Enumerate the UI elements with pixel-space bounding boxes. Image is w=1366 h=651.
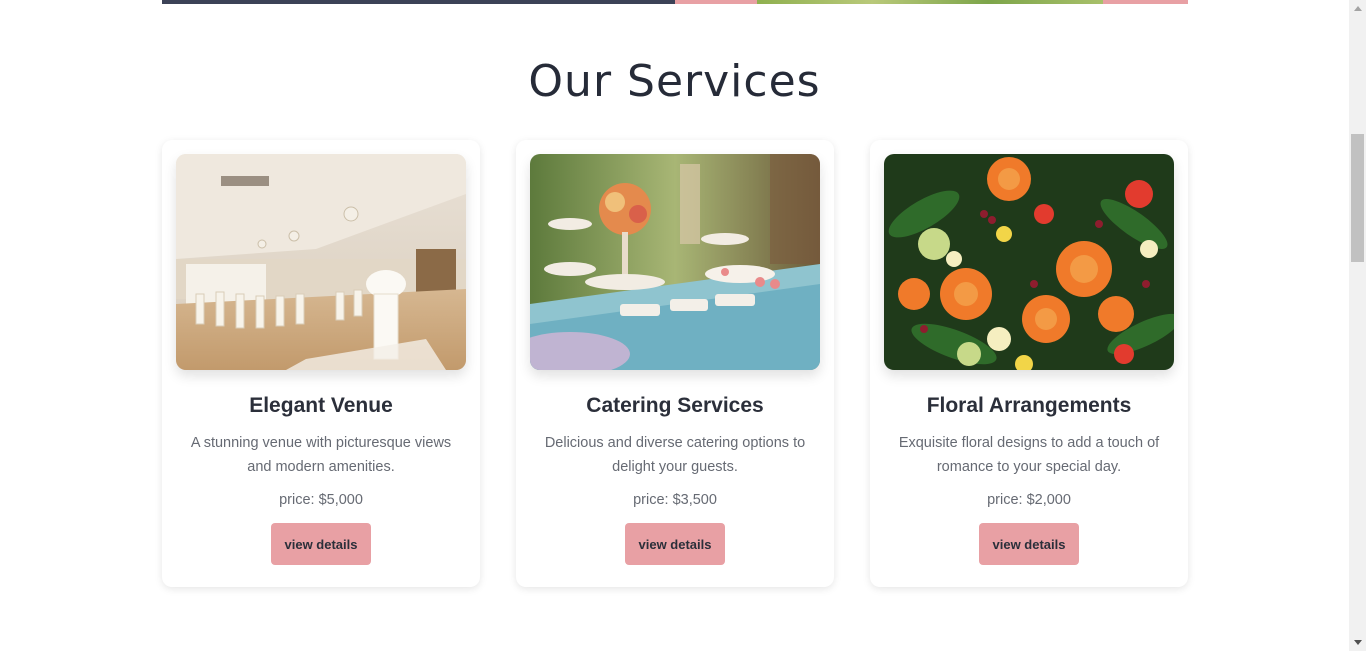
strip-pink-segment-end xyxy=(1103,0,1188,4)
card-title: Catering Services xyxy=(586,394,764,417)
card-description: Exquisite floral designs to add a touch … xyxy=(898,435,1160,475)
view-details-button[interactable]: view details xyxy=(271,523,371,565)
strip-photo-segment xyxy=(757,0,1103,4)
card-price: price: $3,500 xyxy=(633,492,717,508)
service-card-venue: Elegant Venue A stunning venue with pict… xyxy=(162,140,480,587)
card-price: price: $2,000 xyxy=(987,492,1071,508)
card-description: A stunning venue with picturesque views … xyxy=(190,435,452,475)
services-grid: Elegant Venue A stunning venue with pict… xyxy=(162,140,1188,587)
scroll-thumb[interactable] xyxy=(1351,134,1364,262)
page-scrollbar[interactable] xyxy=(1349,0,1366,651)
view-details-button[interactable]: view details xyxy=(979,523,1079,565)
floral-image xyxy=(884,154,1174,370)
card-title: Elegant Venue xyxy=(249,394,393,417)
section-title: Our Services xyxy=(528,56,821,107)
catering-image xyxy=(530,154,820,370)
card-title: Floral Arrangements xyxy=(926,394,1132,417)
service-card-catering: Catering Services Delicious and diverse … xyxy=(516,140,834,587)
card-price: price: $5,000 xyxy=(279,492,363,508)
scroll-down-arrow-icon[interactable] xyxy=(1349,634,1366,651)
hero-bottom-strip xyxy=(162,0,1188,4)
scroll-up-arrow-icon[interactable] xyxy=(1349,0,1366,17)
venue-image xyxy=(176,154,466,370)
card-description: Delicious and diverse catering options t… xyxy=(544,435,806,475)
view-details-button[interactable]: view details xyxy=(625,523,725,565)
service-card-floral: Floral Arrangements Exquisite floral des… xyxy=(870,140,1188,587)
strip-dark-segment xyxy=(162,0,675,4)
strip-pink-segment xyxy=(675,0,757,4)
